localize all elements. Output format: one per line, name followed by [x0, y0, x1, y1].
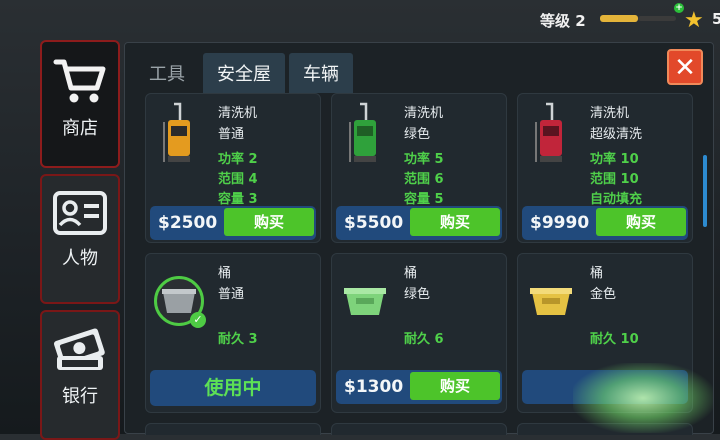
item-card: 桶 绿色 耐久 6 $1300 购买	[331, 253, 507, 413]
in-use-status: 使用中	[150, 370, 316, 406]
item-variant: 超级清洗	[590, 127, 643, 142]
sidebar-item-label: 人物	[62, 248, 98, 269]
item-variant: 绿色	[404, 287, 431, 302]
star-count: 5	[712, 10, 720, 28]
tab-tools[interactable]: 工具	[135, 53, 199, 93]
item-stat: 容量 5	[404, 192, 444, 207]
cart-icon	[53, 56, 107, 110]
item-name: 清洗机	[218, 106, 258, 121]
pressure-washer-icon	[349, 102, 376, 162]
buy-button[interactable]: 购买	[224, 208, 314, 236]
id-card-icon	[52, 190, 108, 240]
item-stat: 功率 2	[218, 152, 258, 167]
buy-button[interactable]: 购买	[410, 372, 500, 400]
item-name: 桶	[404, 266, 418, 281]
item-stat: 容量 3	[218, 192, 258, 207]
sidebar-item-label: 银行	[62, 386, 98, 407]
item-stat: 自动填充	[590, 192, 643, 207]
price-bar: $1300 购买	[336, 370, 502, 404]
item-stat: 范围 6	[404, 172, 444, 187]
item-price: $9990	[530, 213, 590, 233]
price-bar: $5500 购买	[336, 206, 502, 240]
add-star-icon[interactable]: +	[674, 3, 684, 13]
sidebar-item-character[interactable]: 人物	[40, 174, 120, 304]
item-price: $5500	[344, 213, 404, 233]
bucket-icon	[530, 288, 572, 315]
sidebar-item-bank[interactable]: 银行	[40, 310, 120, 440]
close-icon: ✕	[674, 53, 696, 83]
tab-bar: 工具 安全屋 车辆	[135, 53, 353, 93]
item-variant: 绿色	[404, 127, 431, 142]
pressure-washer-icon	[163, 102, 190, 162]
sidebar: 商店 人物 银行	[40, 40, 124, 440]
item-variant: 普通	[218, 127, 245, 142]
item-price: $1300	[344, 377, 404, 397]
item-card: 清洗机 绿色 功率 5 范围 6 容量 5 $5500 购买	[331, 93, 507, 243]
item-stat: 耐久 10	[590, 332, 639, 347]
price-bar: $9990 购买	[522, 206, 688, 240]
item-card	[145, 423, 321, 435]
item-stat: 范围 4	[218, 172, 258, 187]
buy-button[interactable]: 购买	[410, 208, 500, 236]
item-stat: 功率 10	[590, 152, 639, 167]
check-icon: ✓	[190, 312, 206, 328]
item-card	[331, 423, 507, 435]
item-price: $2500	[158, 213, 218, 233]
item-name: 桶	[590, 266, 604, 281]
price-bar: $2500 购买	[150, 206, 316, 240]
tab-safehouse[interactable]: 安全屋	[203, 53, 285, 93]
item-variant: 普通	[218, 287, 245, 302]
cash-icon	[51, 326, 109, 378]
buy-button[interactable]: 购买	[596, 208, 686, 236]
item-card: ✓ 桶 普通 耐久 3 使用中	[145, 253, 321, 413]
item-stat: 耐久 3	[218, 332, 258, 347]
top-bar: 等级 2 + ★ 5	[0, 0, 720, 40]
item-card: 清洗机 超级清洗 功率 10 范围 10 自动填充 $9990 购买	[517, 93, 693, 243]
item-variant: 金色	[590, 287, 617, 302]
item-stat: 范围 10	[590, 172, 639, 187]
item-stat: 耐久 6	[404, 332, 444, 347]
pressure-washer-icon	[535, 102, 562, 162]
scrollbar[interactable]	[703, 155, 707, 227]
glow-overlay	[573, 363, 713, 433]
bucket-icon	[162, 289, 196, 313]
close-button[interactable]: ✕	[667, 49, 703, 85]
sidebar-item-label: 商店	[62, 118, 98, 139]
xp-bar-track	[638, 16, 676, 21]
level-label: 等级 2	[540, 12, 586, 30]
item-name: 清洗机	[404, 106, 444, 121]
tab-vehicles[interactable]: 车辆	[289, 53, 353, 93]
sidebar-item-shop[interactable]: 商店	[40, 40, 120, 168]
item-card: 清洗机 普通 功率 2 范围 4 容量 3 $2500 购买	[145, 93, 321, 243]
shop-panel: 工具 安全屋 车辆 ✕ 清洗机 普通 功率 2 范围 4 容量 3 $2500 …	[124, 42, 714, 435]
item-stat: 功率 5	[404, 152, 444, 167]
xp-bar	[600, 15, 638, 22]
star-icon: ★	[684, 8, 704, 33]
item-name: 桶	[218, 266, 232, 281]
item-name: 清洗机	[590, 106, 630, 121]
bucket-icon	[344, 288, 386, 315]
